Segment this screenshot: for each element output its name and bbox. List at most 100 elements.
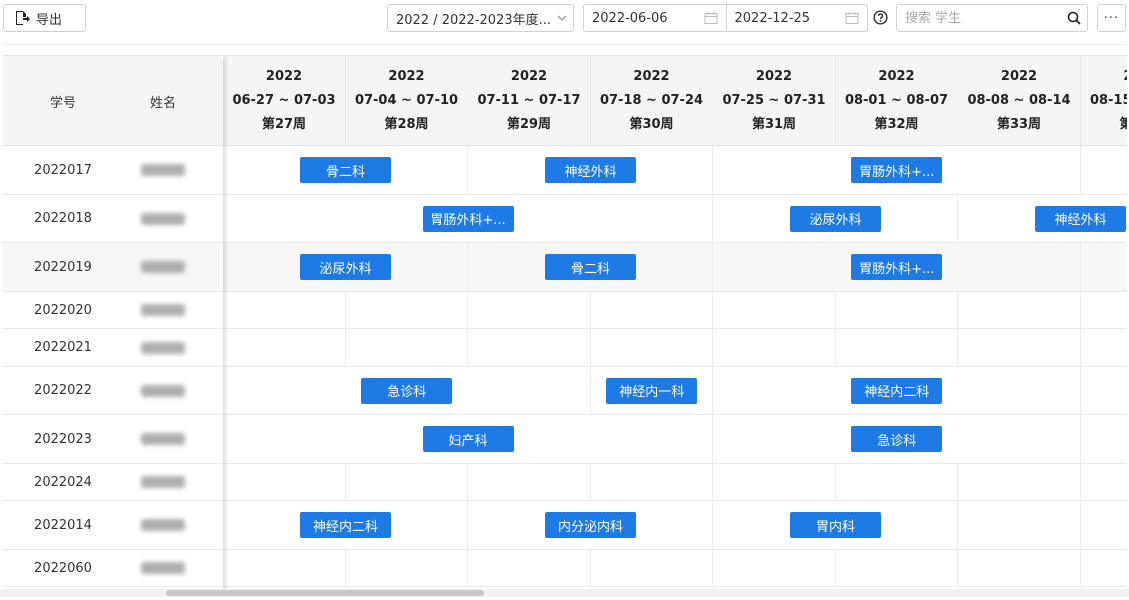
- department-assignment-chip[interactable]: 骨二科: [300, 157, 391, 184]
- fixed-columns: 学号 姓名 2022017 2022018 2022019 2022020 202202…: [3, 56, 223, 590]
- grid-line: [589, 549, 591, 587]
- department-assignment-chip[interactable]: 妇产科: [422, 426, 514, 453]
- student-id-cell: 2022018: [34, 211, 92, 227]
- grid-line: [712, 501, 713, 550]
- department-assignment-chip[interactable]: 神经内二科: [851, 377, 943, 404]
- student-search[interactable]: [896, 4, 1088, 32]
- student-id-cell: 2022060: [34, 560, 92, 576]
- department-assignment-chip[interactable]: 神经内二科: [300, 512, 391, 539]
- column-header-name[interactable]: 姓名: [123, 56, 203, 146]
- toolbar-divider: [3, 44, 1126, 45]
- redacted-name: [141, 476, 185, 489]
- table-row-fixed: 2022018: [3, 194, 223, 243]
- table-row-fixed: 2022017: [3, 146, 223, 195]
- week-label: 第33周: [996, 116, 1042, 132]
- grid-line: [467, 146, 468, 195]
- grid-line: [712, 463, 713, 501]
- start-date-field[interactable]: 2022-06-06: [584, 5, 726, 31]
- department-assignment-chip[interactable]: 神经外科: [1035, 205, 1126, 232]
- student-name-cell: [123, 146, 203, 195]
- grid-line: [712, 549, 713, 587]
- department-assignment-chip[interactable]: 神经内一科: [606, 377, 698, 404]
- table-row-fixed: 2022060: [3, 549, 223, 588]
- fixed-header: 学号 姓名: [3, 56, 223, 146]
- department-assignment-chip[interactable]: 骨二科: [545, 254, 636, 281]
- grid-line: [712, 329, 713, 367]
- department-assignment-chip[interactable]: 内分泌内科: [545, 512, 636, 539]
- grid-line: [957, 549, 958, 587]
- column-header-student-id[interactable]: 学号: [3, 56, 123, 146]
- more-button[interactable]: ···: [1097, 4, 1126, 32]
- department-assignment-chip[interactable]: 胃内科: [790, 512, 881, 539]
- academic-year-select[interactable]: 2022 / 2022-2023年度...: [387, 4, 574, 32]
- grid-line: [344, 549, 346, 587]
- search-icon[interactable]: [1061, 5, 1087, 31]
- department-assignment-chip[interactable]: 急诊科: [361, 377, 453, 404]
- schedule-row: [223, 329, 1127, 367]
- week-range: 08-15 ~ 08-21: [1089, 92, 1127, 108]
- week-header-28: 2022 07-04 ~ 07-10 第28周: [345, 56, 469, 146]
- department-assignment-chip[interactable]: 胃肠外科+...: [422, 205, 514, 232]
- grid-line: [344, 329, 346, 367]
- week-year: 2022: [1123, 65, 1127, 89]
- grid-line: [589, 366, 591, 415]
- grid-line: [712, 415, 713, 464]
- calendar-icon: [704, 12, 717, 24]
- student-id-cell: 2022014: [34, 517, 92, 533]
- week-range: 08-08 ~ 08-14: [967, 92, 1071, 108]
- student-name-cell: [123, 292, 203, 330]
- redacted-name: [141, 519, 185, 532]
- week-header-34: 2022 08-15 ~ 08-21 第34周: [1080, 56, 1127, 146]
- export-label: 导出: [36, 12, 63, 28]
- week-range: 07-04 ~ 07-10: [354, 92, 459, 108]
- start-date-value: 2022-06-06: [592, 10, 668, 26]
- grid-line: [834, 463, 836, 501]
- grid-line: [344, 291, 346, 329]
- table-row-fixed: 2022014: [3, 501, 223, 550]
- grid-line: [712, 366, 713, 415]
- student-name-cell: [123, 550, 203, 588]
- week-header-33: 2022 08-08 ~ 08-14 第33周: [958, 56, 1081, 146]
- table-row-fixed: 2022020: [3, 291, 223, 330]
- student-name-cell: [123, 367, 203, 416]
- redacted-name: [141, 261, 185, 274]
- date-range-picker[interactable]: 2022-06-06 2022-12-25: [583, 4, 868, 32]
- redacted-name: [141, 164, 185, 177]
- department-assignment-chip[interactable]: 胃肠外科+...: [851, 254, 943, 281]
- export-button[interactable]: 导出: [3, 4, 86, 32]
- department-assignment-chip[interactable]: 泌尿外科: [790, 205, 881, 232]
- week-year: 2022: [878, 68, 915, 84]
- department-assignment-chip[interactable]: 急诊科: [851, 426, 943, 453]
- grid-line: [467, 463, 468, 501]
- search-input[interactable]: [905, 10, 1061, 26]
- table-row-fixed: 2022021: [3, 329, 223, 367]
- redacted-name: [141, 562, 185, 575]
- chevron-down-icon: [551, 4, 573, 32]
- redacted-name: [141, 433, 185, 446]
- department-assignment-chip[interactable]: 神经外科: [545, 157, 636, 184]
- help-icon[interactable]: [873, 10, 888, 25]
- end-date-field[interactable]: 2022-12-25: [725, 5, 868, 31]
- scrollbar-thumb[interactable]: [166, 590, 484, 596]
- grid-line: [1079, 366, 1081, 415]
- grid-line: [1079, 291, 1081, 329]
- week-range: 07-18 ~ 07-24: [599, 92, 704, 108]
- table-row-fixed: 2022022: [3, 366, 223, 416]
- grid-line: [1079, 415, 1081, 464]
- grid-line: [712, 194, 713, 243]
- department-assignment-chip[interactable]: 泌尿外科: [300, 254, 391, 281]
- grid-line: [467, 243, 468, 292]
- week-year: 2022: [633, 68, 670, 84]
- grid-line: [957, 329, 958, 367]
- week-range: 08-01 ~ 08-07: [844, 92, 949, 108]
- week-range: 06-27 ~ 07-03: [232, 92, 336, 108]
- horizontal-scrollbar[interactable]: [0, 589, 1129, 597]
- grid-line: [834, 291, 836, 329]
- grid-line: [467, 329, 468, 367]
- department-assignment-chip[interactable]: 胃肠外科+...: [851, 157, 943, 184]
- week-columns: 2022 06-27 ~ 07-03 第27周 2022 07-04 ~ 07-10 第2…: [223, 56, 1127, 590]
- schedule-row: 妇产科 急诊科: [223, 415, 1127, 464]
- table-row-fixed: 2022023: [3, 415, 223, 464]
- week-header-27: 2022 06-27 ~ 07-03 第27周: [223, 56, 346, 146]
- schedule-row: 神经内二科 内分泌内科 胃内科: [223, 501, 1127, 550]
